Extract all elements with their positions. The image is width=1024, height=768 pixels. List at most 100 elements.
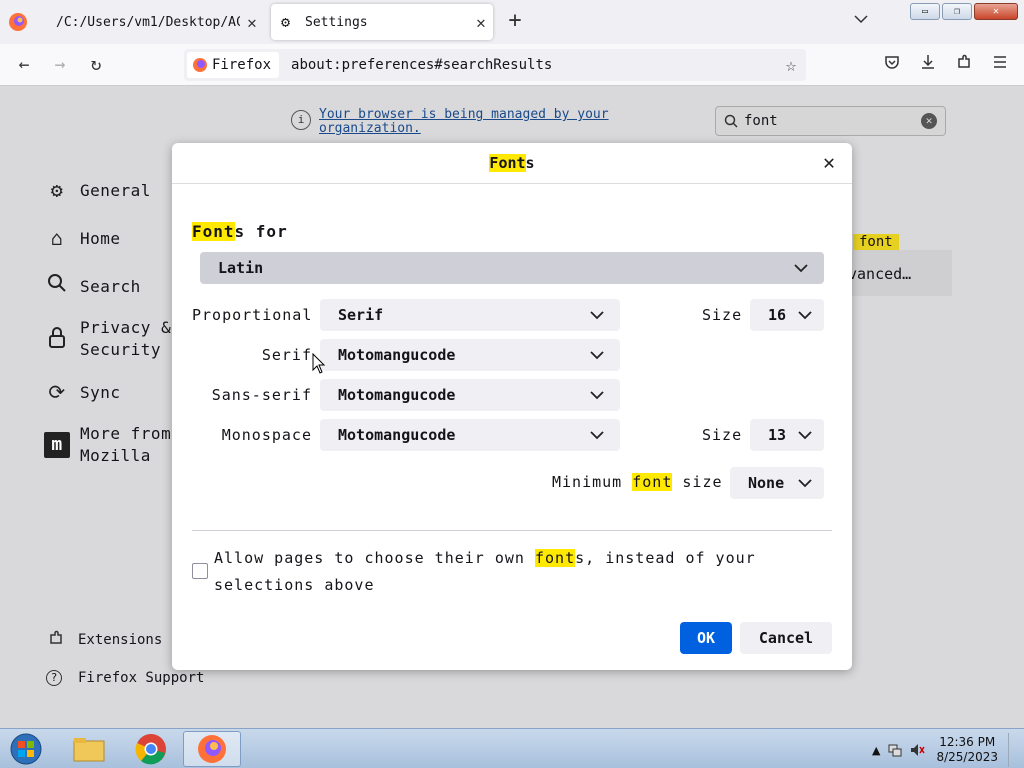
tray-expand-icon[interactable]: ▲ <box>872 744 880 757</box>
tab-title: Settings <box>305 14 368 30</box>
reload-button[interactable]: ↻ <box>85 54 107 76</box>
hamburger-menu-icon[interactable] <box>988 54 1012 76</box>
forward-button[interactable]: → <box>49 54 71 76</box>
nav-bar: ← → ↻ Firefox about:preferences#searchRe… <box>0 44 1024 86</box>
fonts-for-heading: Fonts for <box>192 222 288 241</box>
sidebar-item-label: Extensions <box>78 632 163 648</box>
clear-search-icon[interactable]: ✕ <box>921 113 937 129</box>
sidebar-item-label: Firefox Support <box>78 670 205 686</box>
allow-pre: Allow pages to choose their own <box>214 549 535 567</box>
chevron-down-icon <box>590 351 604 360</box>
dialog-close-button[interactable]: ✕ <box>818 151 840 173</box>
identity-label: Firefox <box>212 57 272 73</box>
new-tab-button[interactable]: + <box>505 10 525 34</box>
sans-serif-select[interactable]: Motomangucode <box>320 379 620 411</box>
chevron-down-icon <box>798 479 812 488</box>
home-icon: ⌂ <box>50 226 64 250</box>
settings-search-field[interactable]: font ✕ <box>715 106 946 136</box>
downloads-icon[interactable] <box>916 54 940 76</box>
clock[interactable]: 12:36 PM 8/25/2023 <box>936 735 998 765</box>
heading-rest: s for <box>234 222 288 241</box>
clock-date: 8/25/2023 <box>936 750 998 764</box>
proportional-size-select[interactable]: 16 <box>750 299 824 331</box>
language-value: Latin <box>218 259 264 277</box>
firefox-menu-icon[interactable] <box>8 12 28 32</box>
firefox-taskbar-icon[interactable] <box>183 731 241 767</box>
advanced-button-partial[interactable]: vanced… <box>840 250 952 296</box>
allow-pages-fonts-checkbox[interactable] <box>192 563 208 579</box>
tab-settings[interactable]: ⚙ Settings ✕ <box>271 4 493 40</box>
tab-bar: /C:/Users/vm1/Desktop/AC ✕ ⚙ Settings ✕ … <box>0 0 1024 44</box>
list-all-tabs-button[interactable] <box>854 12 868 28</box>
monospace-label: Monospace <box>221 426 312 444</box>
dialog-header: Fonts ✕ <box>172 143 852 184</box>
bookmark-star-icon[interactable]: ☆ <box>776 55 806 76</box>
close-window-button[interactable]: ✕ <box>974 3 1018 20</box>
title-highlight: Font <box>489 154 526 172</box>
mozilla-icon: m <box>44 432 70 458</box>
chevron-down-icon <box>590 431 604 440</box>
min-font-pre: Minimum <box>552 473 633 491</box>
sidebar-item-label: General <box>80 180 151 200</box>
minimum-font-size-value: None <box>748 474 785 492</box>
policy-notice: i Your browser is being managed by your … <box>285 104 697 144</box>
serif-select[interactable]: Motomangucode <box>320 339 620 371</box>
clock-time: 12:36 PM <box>939 735 996 749</box>
tab-close-icon[interactable]: ✕ <box>469 13 493 32</box>
identity-box[interactable]: Firefox <box>187 52 280 78</box>
tab-local-file[interactable]: /C:/Users/vm1/Desktop/AC ✕ <box>44 4 264 40</box>
search-value[interactable]: font <box>744 113 921 129</box>
show-desktop-button[interactable] <box>1008 733 1020 767</box>
tab-close-icon[interactable]: ✕ <box>240 13 264 32</box>
url-text[interactable]: about:preferences#searchResults <box>291 57 776 73</box>
min-font-highlight: font <box>632 473 673 491</box>
heading-highlight: Font <box>192 222 235 241</box>
allow-pages-fonts-label[interactable]: Allow pages to choose their own fonts, i… <box>214 545 774 599</box>
serif-label: Serif <box>261 346 312 364</box>
minimum-font-size-select[interactable]: None <box>730 467 824 499</box>
file-explorer-icon[interactable] <box>60 731 118 767</box>
firefox-icon <box>193 58 207 72</box>
restore-button[interactable]: ❐ <box>942 3 972 20</box>
proportional-select[interactable]: Serif <box>320 299 620 331</box>
search-highlight-tag: font <box>853 234 899 250</box>
size-label: Size <box>702 306 743 324</box>
chrome-icon[interactable] <box>122 731 180 767</box>
extensions-icon[interactable] <box>952 54 976 76</box>
pocket-icon[interactable] <box>880 54 904 76</box>
language-select[interactable]: Latin <box>200 252 824 284</box>
minimize-button[interactable]: ▭ <box>910 3 940 20</box>
puzzle-icon <box>46 630 66 650</box>
minimum-font-size-label: Minimum font size <box>552 473 723 491</box>
cancel-button[interactable]: Cancel <box>740 622 832 654</box>
back-button[interactable]: ← <box>13 54 35 76</box>
gear-icon: ⚙ <box>281 13 291 31</box>
start-button-icon[interactable] <box>6 732 46 766</box>
monospace-select[interactable]: Motomangucode <box>320 419 620 451</box>
chevron-down-icon <box>798 311 812 320</box>
search-icon <box>44 273 70 299</box>
ok-button[interactable]: OK <box>680 622 732 654</box>
chevron-down-icon <box>798 431 812 440</box>
size-label: Size <box>702 426 743 444</box>
serif-value: Motomangucode <box>338 346 456 364</box>
chevron-down-icon <box>590 311 604 320</box>
gear-icon: ⚙ <box>50 178 64 202</box>
chevron-down-icon <box>854 15 868 24</box>
fonts-dialog: Fonts ✕ Fonts for Latin Proportional Ser… <box>172 143 852 670</box>
policy-link[interactable]: Your browser is being managed by your or… <box>319 108 649 136</box>
title-rest: s <box>525 154 535 172</box>
network-icon[interactable] <box>887 742 903 758</box>
proportional-size-value: 16 <box>768 306 787 324</box>
url-bar[interactable]: Firefox about:preferences#searchResults … <box>184 49 806 81</box>
sans-serif-value: Motomangucode <box>338 386 456 404</box>
help-icon: ? <box>46 670 62 686</box>
monospace-size-select[interactable]: 13 <box>750 419 824 451</box>
volume-muted-icon[interactable] <box>909 742 926 758</box>
sidebar-item-label: More from Mozilla <box>80 424 172 465</box>
tab-title: /C:/Users/vm1/Desktop/AC <box>56 14 240 30</box>
monospace-size-value: 13 <box>768 426 787 444</box>
monospace-value: Motomangucode <box>338 426 456 444</box>
chevron-down-icon <box>590 391 604 400</box>
sidebar-item-label: Home <box>80 228 121 248</box>
